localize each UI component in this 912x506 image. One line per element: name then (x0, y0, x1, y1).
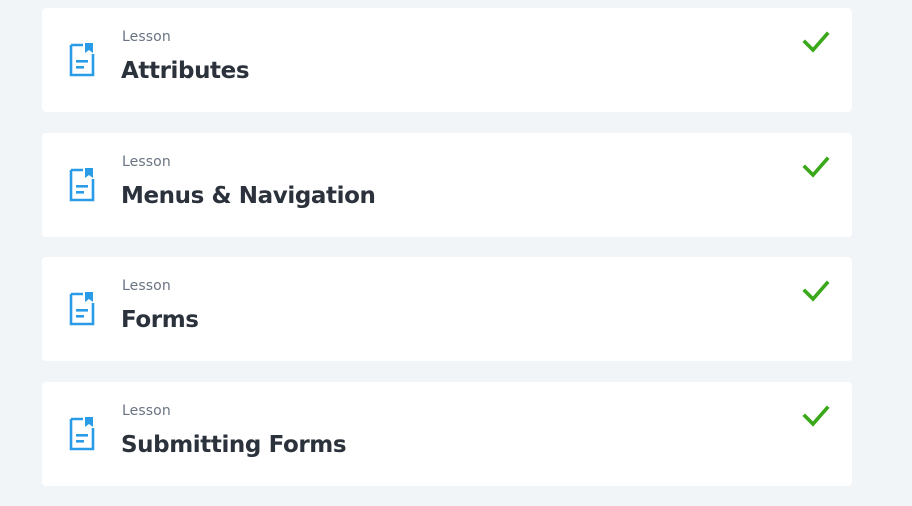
lesson-type-label: Lesson (122, 278, 171, 294)
lesson-card-submitting-forms[interactable]: Lesson Submitting Forms (42, 381, 852, 486)
lesson-title[interactable]: Attributes (121, 58, 250, 84)
lesson-type-label: Lesson (122, 153, 171, 170)
lesson-title[interactable]: Forms (121, 307, 199, 333)
document-icon (69, 416, 95, 450)
lesson-card-menus-navigation[interactable]: Lesson Menus & Navigation (42, 132, 852, 237)
lesson-card-forms[interactable]: Lesson Forms (42, 257, 852, 361)
lesson-list: Lesson Attributes Lesson Menus & Navigat… (42, 8, 852, 486)
checkmark-icon (802, 155, 830, 178)
lesson-title[interactable]: Menus & Navigation (121, 183, 376, 209)
document-icon (69, 43, 95, 77)
lesson-card-attributes[interactable]: Lesson Attributes (42, 8, 852, 112)
checkmark-icon (802, 31, 830, 53)
document-icon (69, 292, 95, 326)
lesson-type-label: Lesson (122, 29, 171, 45)
lesson-type-label: Lesson (122, 402, 171, 419)
checkmark-icon (802, 404, 830, 427)
document-icon (69, 167, 95, 201)
checkmark-icon (802, 280, 830, 302)
lesson-title[interactable]: Submitting Forms (121, 432, 347, 458)
